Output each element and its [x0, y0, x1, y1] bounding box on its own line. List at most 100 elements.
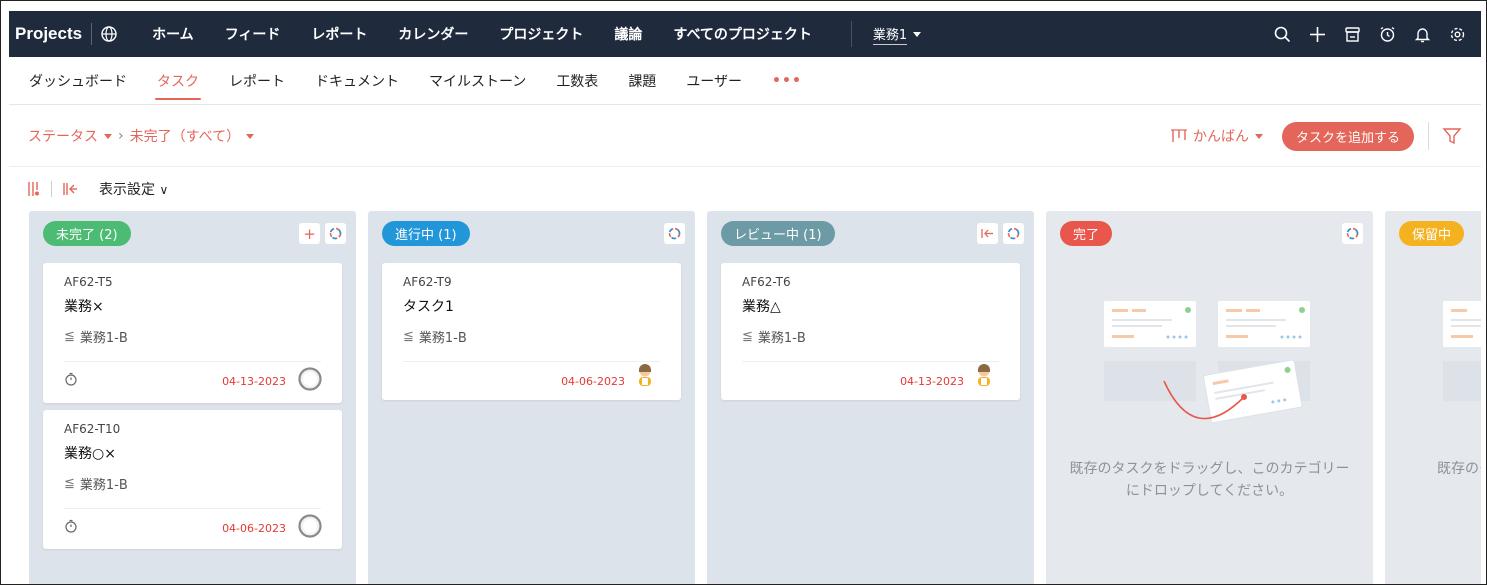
kanban-column-in-progress: 進行中 (1) AF62-T9 タスク1 ≦ 業務1-B 04-06-2023: [368, 211, 695, 584]
brand[interactable]: Projects: [9, 23, 117, 45]
layout-switcher[interactable]: かんばん: [1170, 126, 1263, 146]
view-filter-dropdown[interactable]: 未完了（すべて）: [129, 126, 255, 146]
tasklist-icon: ≦: [742, 329, 753, 344]
display-settings-label: 表示設定: [99, 182, 155, 198]
board-toolbar: 表示設定 ∨: [9, 167, 1481, 211]
project-selector-label: 業務1: [872, 24, 908, 45]
tab-issues[interactable]: 課題: [628, 71, 656, 91]
plus-icon[interactable]: [1308, 25, 1327, 44]
task-card[interactable]: AF62-T10 業務○× ≦ 業務1-B 04-06-2023: [43, 410, 342, 549]
top-nav-calendar[interactable]: カレンダー: [398, 24, 468, 44]
column-controls: [659, 223, 685, 244]
top-nav-projects[interactable]: プロジェクト: [499, 24, 583, 44]
column-settings-icon[interactable]: [27, 181, 41, 197]
task-list-name: 業務1-B: [79, 331, 128, 346]
chevron-down-icon: ∨: [159, 183, 169, 197]
tab-dashboard[interactable]: ダッシュボード: [29, 71, 127, 91]
task-list: ≦ 業務1-B: [403, 327, 467, 346]
task-id: AF62-T5: [64, 275, 113, 289]
top-bar: Projects ホーム フィード レポート カレンダー プロジェクト 議論 す…: [9, 11, 1481, 57]
top-nav-discussions[interactable]: 議論: [614, 24, 642, 44]
bell-icon[interactable]: [1413, 25, 1432, 44]
task-card[interactable]: AF62-T9 タスク1 ≦ 業務1-B 04-06-2023: [382, 263, 681, 400]
top-nav-feed[interactable]: フィード: [225, 24, 281, 44]
tasklist-icon: ≦: [403, 329, 414, 344]
empty-column-message: 既存のタスクをドラッグし、このカテゴリーにドロップしてください。: [1437, 458, 1486, 480]
top-nav-all-projects[interactable]: すべてのプロジェクト: [673, 24, 811, 44]
avatar[interactable]: [298, 514, 322, 538]
tab-tasks[interactable]: タスク: [155, 71, 201, 100]
column-status-badge: レビュー中 (1): [721, 221, 835, 246]
chevron-down-icon: [913, 31, 922, 37]
top-nav-home[interactable]: ホーム: [152, 24, 194, 44]
status-filter-dropdown[interactable]: ステータス: [28, 126, 112, 146]
collapse-column-icon[interactable]: [977, 223, 998, 244]
column-status-badge: 進行中 (1): [382, 221, 470, 246]
top-nav-reports[interactable]: レポート: [311, 24, 367, 44]
due-date[interactable]: 04-06-2023: [222, 522, 286, 535]
task-name[interactable]: 業務△: [742, 296, 781, 316]
top-icons: [1257, 11, 1467, 57]
timer-icon[interactable]: [64, 519, 78, 533]
card-divider: [403, 361, 660, 362]
store-icon[interactable]: [1343, 25, 1362, 44]
timer-icon[interactable]: [64, 372, 78, 386]
drag-drop-illustration: [1104, 301, 1310, 424]
search-icon[interactable]: [1273, 25, 1292, 44]
kanban-column-in-review: レビュー中 (1) AF62-T6 業務△ ≦ 業務1-B 04-13-2023: [707, 211, 1034, 584]
avatar[interactable]: [972, 363, 996, 387]
breadcrumb-chevron-icon: ›: [118, 127, 124, 144]
project-selector[interactable]: 業務1: [850, 21, 922, 47]
avatar[interactable]: [298, 367, 322, 391]
avatar[interactable]: [633, 363, 657, 387]
color-wheel-icon[interactable]: [1342, 223, 1363, 244]
task-name[interactable]: 業務×: [64, 296, 104, 316]
card-divider: [742, 361, 999, 362]
tasklist-icon: ≦: [64, 476, 75, 491]
due-date[interactable]: 04-06-2023: [561, 375, 625, 388]
color-wheel-icon[interactable]: [1003, 223, 1024, 244]
gear-icon[interactable]: [1448, 25, 1467, 44]
kanban-board: 未完了 (2) + AF62-T5 業務× ≦ 業務1-B 04-13-2023 …: [29, 211, 1481, 584]
tab-users[interactable]: ユーザー: [686, 71, 742, 91]
layout-switcher-label: かんばん: [1192, 129, 1249, 145]
task-name[interactable]: タスク1: [403, 296, 454, 316]
tab-documents[interactable]: ドキュメント: [315, 71, 399, 91]
view-filter-label: 未完了（すべて）: [129, 128, 241, 145]
task-list-name: 業務1-B: [79, 478, 128, 493]
tab-reports[interactable]: レポート: [229, 71, 285, 91]
add-task-to-column-button[interactable]: +: [299, 223, 320, 244]
task-name[interactable]: 業務○×: [64, 443, 116, 463]
color-wheel-icon[interactable]: [664, 223, 685, 244]
task-card[interactable]: AF62-T5 業務× ≦ 業務1-B 04-13-2023: [43, 263, 342, 403]
card-divider: [64, 361, 321, 362]
tab-timesheet[interactable]: 工数表: [556, 71, 598, 91]
add-task-button[interactable]: タスクを追加する: [1281, 121, 1414, 151]
filter-bar-actions: かんばん タスクを追加する: [1170, 105, 1481, 167]
color-wheel-icon[interactable]: [325, 223, 346, 244]
app-window: Projects ホーム フィード レポート カレンダー プロジェクト 議論 す…: [0, 0, 1487, 585]
brand-divider: [91, 23, 93, 45]
divider: [51, 181, 52, 197]
display-settings-dropdown[interactable]: 表示設定 ∨: [99, 179, 168, 199]
globe-icon[interactable]: [101, 26, 117, 42]
due-date[interactable]: 04-13-2023: [222, 375, 286, 388]
drag-drop-illustration: [1443, 301, 1481, 401]
tab-milestones[interactable]: マイルストーン: [429, 71, 526, 91]
column-status-badge: 未完了 (2): [43, 221, 131, 246]
column-status-badge: 完了: [1060, 221, 1113, 246]
filter-icon[interactable]: [1441, 125, 1463, 147]
card-divider: [64, 508, 321, 509]
chevron-down-icon: [104, 134, 112, 139]
alarm-icon[interactable]: [1378, 25, 1397, 44]
more-tabs-button[interactable]: •••: [772, 73, 802, 89]
task-id: AF62-T6: [742, 275, 791, 289]
module-tabs: ダッシュボード タスク レポート ドキュメント マイルストーン 工数表 課題 ユ…: [9, 57, 1481, 105]
kanban-column-done: 完了 既存のタスクをドラッグし、このカテゴリーにドロップしてください。: [1046, 211, 1373, 584]
chevron-down-icon: [246, 134, 255, 139]
due-date[interactable]: 04-13-2023: [900, 375, 964, 388]
task-card[interactable]: AF62-T6 業務△ ≦ 業務1-B 04-13-2023: [721, 263, 1020, 400]
collapse-columns-icon[interactable]: [62, 182, 78, 196]
column-controls: [1337, 223, 1363, 244]
